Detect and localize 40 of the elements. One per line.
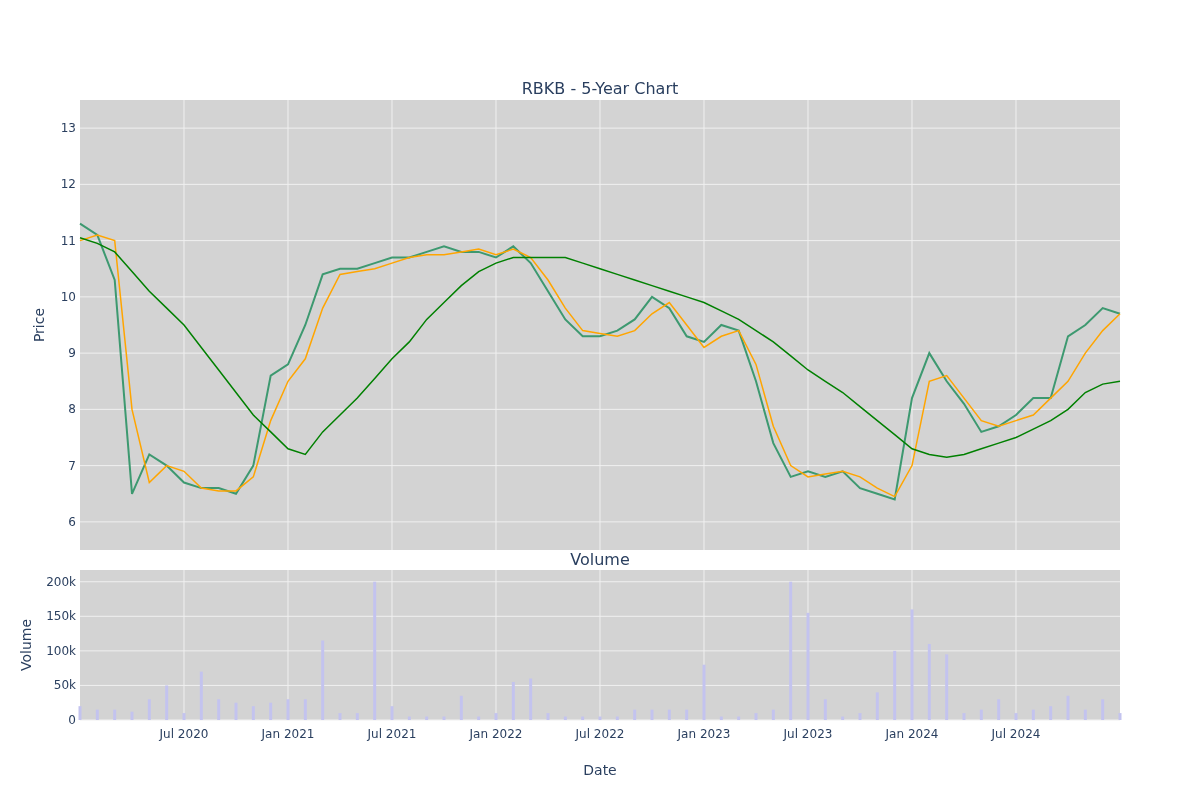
y-tick-label: 50k <box>53 678 76 693</box>
x-tick-label: Jan 2022 <box>469 727 523 741</box>
chart-title: RBKB - 5-Year Chart <box>521 79 679 98</box>
y-tick-label: 11 <box>60 233 76 248</box>
volume-bar <box>563 716 567 720</box>
y-axis-title: Price <box>31 307 47 343</box>
x-tick-label: Jul 2021 <box>367 727 417 741</box>
y-tick-label: 0 <box>68 713 76 727</box>
y-tick-label: 13 <box>60 121 76 136</box>
y-tick-label: 9 <box>68 346 76 361</box>
volume-bar <box>442 716 446 720</box>
x-tick-label: Jul 2023 <box>783 727 833 741</box>
volume-bar <box>407 716 411 720</box>
x-tick-label: Jul 2024 <box>991 727 1041 741</box>
volume-bar <box>719 716 723 720</box>
volume-bar <box>78 706 82 720</box>
chart-title: Volume <box>570 551 630 569</box>
x-tick-label: Jan 2023 <box>677 727 731 741</box>
volume-bar <box>477 716 481 720</box>
volume-bar <box>581 716 585 720</box>
volume-bar <box>598 716 602 720</box>
y-tick-label: 8 <box>68 402 76 417</box>
y-tick-label: 100k <box>46 643 76 658</box>
volume-bar <box>737 716 741 720</box>
x-tick-label: Jul 2020 <box>159 727 209 741</box>
volume-bar <box>1118 713 1122 720</box>
volume-bar <box>425 716 429 720</box>
y-tick-label: 7 <box>68 458 76 473</box>
x-tick-label: Jul 2022 <box>575 727 625 741</box>
y-tick-label: 10 <box>60 289 76 304</box>
x-tick-label: Jan 2021 <box>261 727 315 741</box>
y-tick-label: 150k <box>46 609 76 624</box>
y-axis-title: Volume <box>18 618 34 672</box>
x-tick-label: Jan 2024 <box>885 727 939 741</box>
y-tick-label: 12 <box>60 177 76 192</box>
volume-bar <box>615 716 619 720</box>
x-axis-title: Date <box>583 762 617 778</box>
y-tick-label: 6 <box>68 514 76 529</box>
volume-bar <box>841 716 845 720</box>
y-tick-label: 200k <box>46 574 76 589</box>
